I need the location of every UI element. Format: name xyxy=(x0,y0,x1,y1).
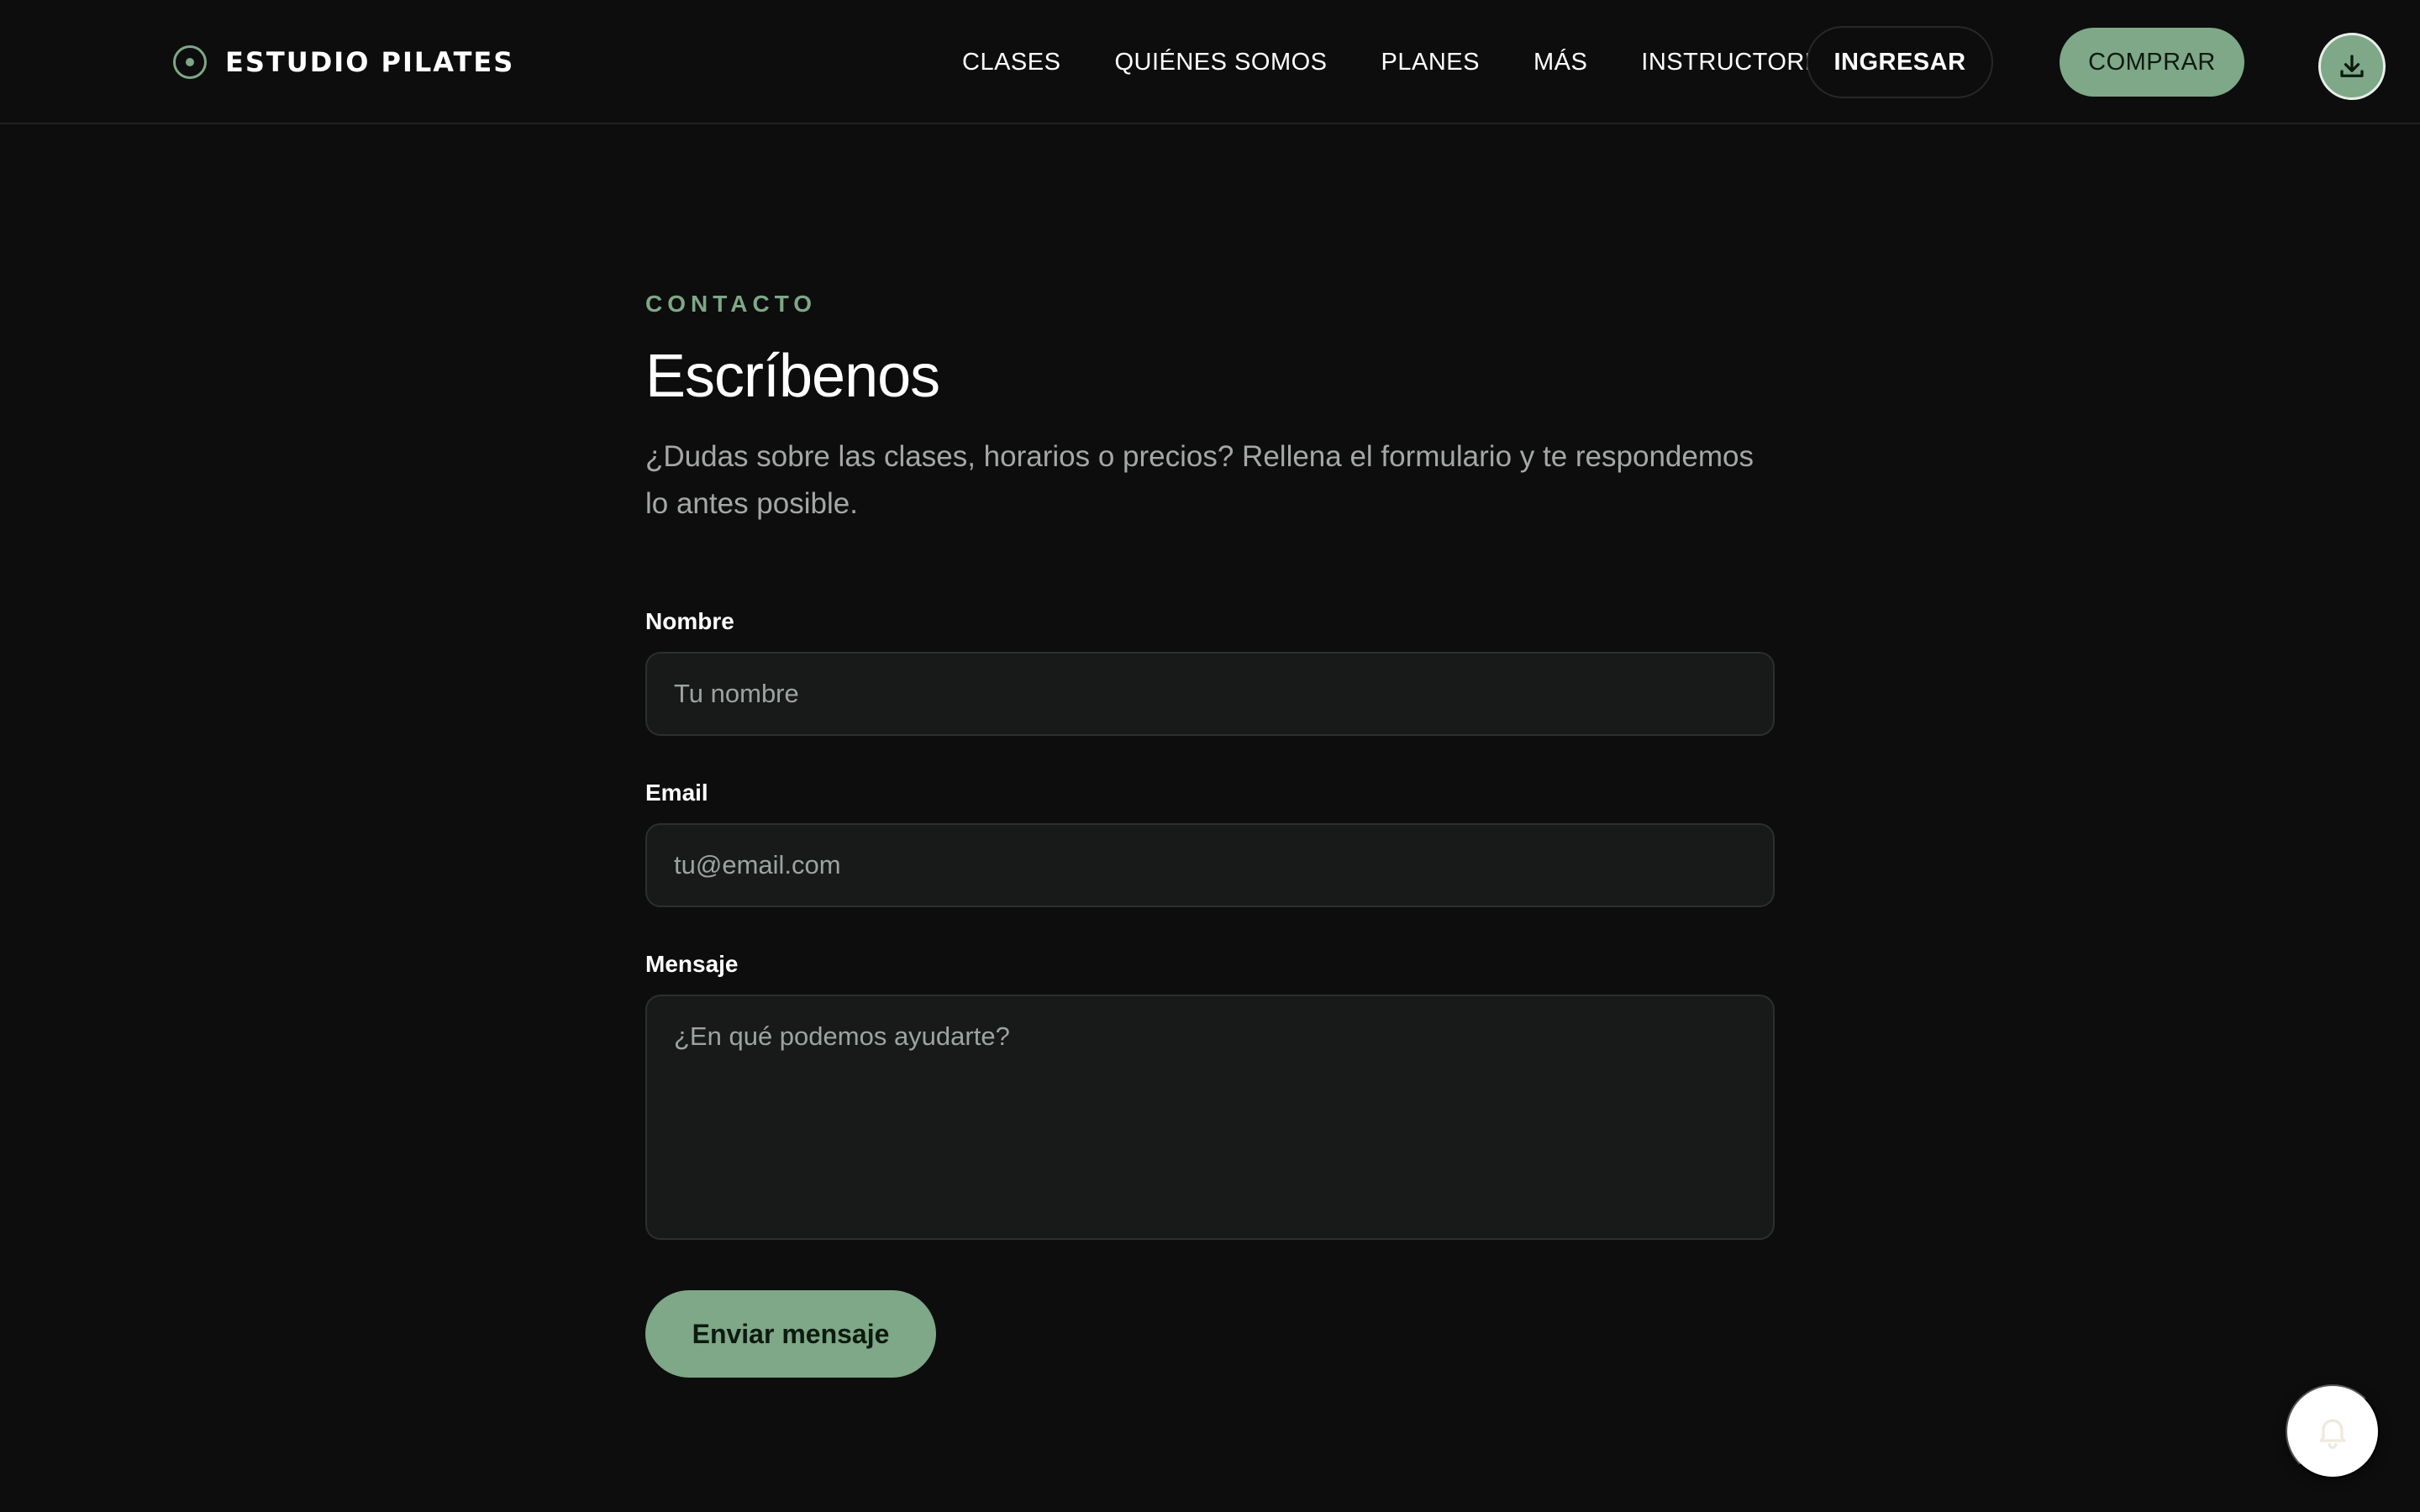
brand-logo[interactable]: ESTUDIO PILATES xyxy=(173,42,514,82)
main-nav: CLASES QUIÉNES SOMOS PLANES MÁS INSTRUCT… xyxy=(962,42,1839,82)
name-label: Nombre xyxy=(645,608,734,634)
message-field-group: Mensaje xyxy=(645,948,1775,1240)
contact-form: Nombre Email Mensaje Enviar mensaje xyxy=(645,605,1775,1378)
send-message-button[interactable]: Enviar mensaje xyxy=(645,1290,936,1378)
name-field-group: Nombre xyxy=(645,605,1775,736)
email-label: Email xyxy=(645,780,708,806)
nav-item-mas[interactable]: MÁS xyxy=(1534,49,1587,76)
name-input[interactable] xyxy=(645,652,1775,736)
nav-item-quienes-somos[interactable]: QUIÉNES SOMOS xyxy=(1114,49,1327,76)
brand-name: ESTUDIO PILATES xyxy=(225,46,515,78)
circle-dot-icon xyxy=(173,45,207,79)
section-eyebrow: CONTACTO xyxy=(645,291,818,317)
nav-item-planes[interactable]: PLANES xyxy=(1381,49,1480,76)
buy-button[interactable]: COMPRAR xyxy=(2060,28,2244,97)
section-description: ¿Dudas sobre las clases, horarios o prec… xyxy=(645,440,1754,520)
top-navbar: ESTUDIO PILATES CLASES QUIÉNES SOMOS PLA… xyxy=(0,0,2420,124)
download-icon xyxy=(2337,51,2367,81)
download-button[interactable] xyxy=(2318,33,2386,100)
notifications-button[interactable] xyxy=(2286,1384,2380,1478)
message-textarea[interactable] xyxy=(645,995,1775,1240)
email-field-group: Email xyxy=(645,776,1775,907)
login-button[interactable]: INGRESAR xyxy=(1807,26,1993,98)
message-label: Mensaje xyxy=(645,951,739,977)
bell-icon xyxy=(2314,1413,2351,1450)
nav-item-clases[interactable]: CLASES xyxy=(962,49,1060,76)
email-input[interactable] xyxy=(645,823,1775,907)
contact-section: CONTACTO Escríbenos ¿Dudas sobre las cla… xyxy=(645,286,1775,1378)
page-title: Escríbenos xyxy=(645,343,940,410)
